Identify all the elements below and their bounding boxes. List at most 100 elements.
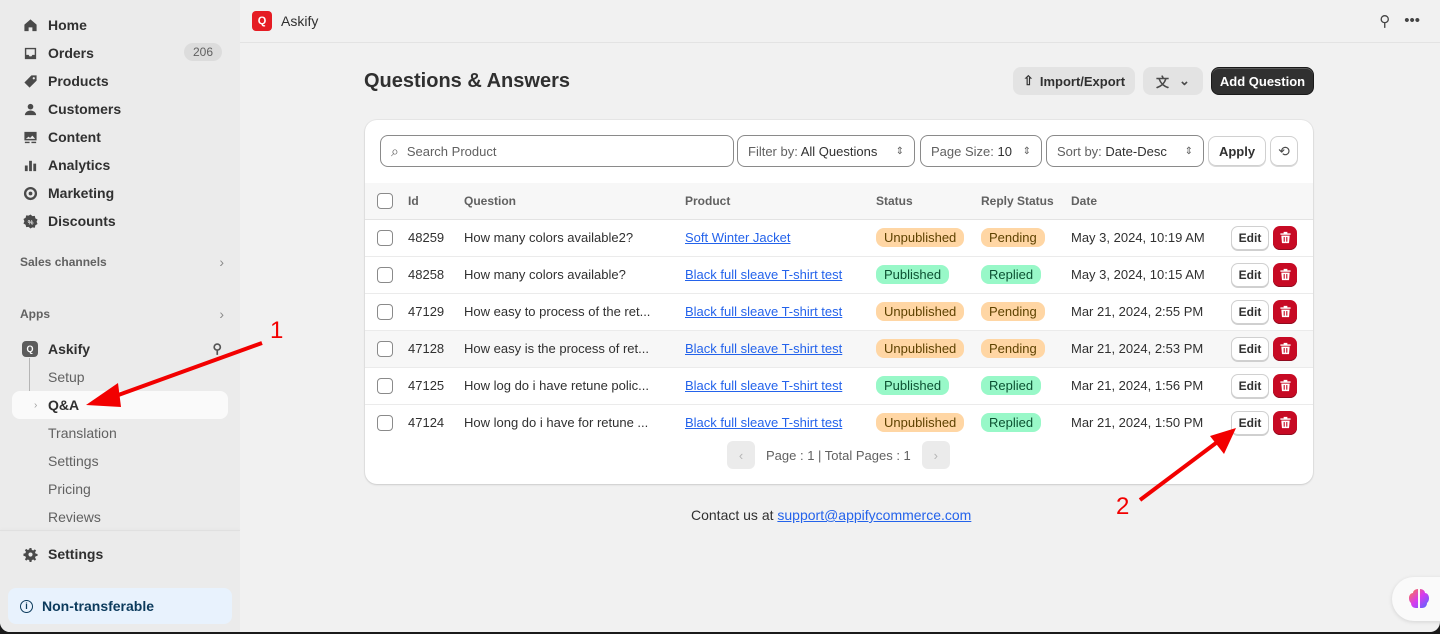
- sidebar-subitem-qa[interactable]: Q&A: [12, 391, 228, 419]
- next-page-button[interactable]: ›: [921, 441, 950, 469]
- delete-button[interactable]: [1273, 299, 1297, 324]
- row-date: Mar 21, 2024, 1:56 PM: [1071, 378, 1204, 393]
- table-row[interactable]: 47125 How log do i have retune polic... Bl…: [365, 367, 1313, 404]
- sidebar-subitem-pricing[interactable]: Pricing: [12, 475, 228, 503]
- sidebar-item-analytics[interactable]: Analytics: [12, 151, 228, 179]
- status-badge: Unpublished: [876, 302, 965, 321]
- pagination: ‹ Page : 1 | Total Pages : 1 ›: [727, 441, 950, 469]
- search-icon: ⌕: [391, 142, 399, 159]
- table-row[interactable]: 48259 How many colors available2? Soft Win…: [365, 219, 1313, 256]
- select-arrows-icon: ⇕: [895, 145, 904, 157]
- table-row[interactable]: 48258 How many colors available? Black ful…: [365, 256, 1313, 293]
- sidebar-item-home[interactable]: Home: [12, 11, 228, 39]
- row-checkbox[interactable]: [377, 303, 393, 320]
- support-email-link[interactable]: support@appifycommerce.com: [777, 507, 971, 523]
- row-product-link[interactable]: Soft Winter Jacket: [685, 230, 790, 245]
- language-selector-button[interactable]: 文 ⌄: [1143, 67, 1203, 95]
- column-header-product[interactable]: Product: [685, 183, 876, 219]
- delete-button[interactable]: [1273, 262, 1297, 287]
- edit-button[interactable]: Edit: [1231, 262, 1269, 287]
- refresh-button[interactable]: ⟲: [1270, 136, 1298, 166]
- page-size-select[interactable]: Page Size: 10 ⇕: [920, 135, 1042, 167]
- row-id: 47124: [408, 415, 445, 431]
- person-icon: [22, 101, 38, 117]
- table-row[interactable]: 47128 How easy is the process of ret... Bl…: [365, 330, 1313, 367]
- row-product-link[interactable]: Black full sleave T-shirt test: [685, 304, 842, 319]
- trash-icon: [1279, 231, 1291, 244]
- edit-button[interactable]: Edit: [1231, 225, 1269, 250]
- pin-icon[interactable]: ⚲: [212, 341, 222, 357]
- delete-button[interactable]: [1273, 373, 1297, 398]
- sort-by-select[interactable]: Sort by: Date-Desc ⇕: [1046, 135, 1204, 167]
- table-row[interactable]: 47129 How easy to process of the ret... Bl…: [365, 293, 1313, 330]
- sidebar-item-orders[interactable]: Orders 206: [12, 39, 228, 67]
- sidebar-subitem-reviews[interactable]: Reviews: [12, 503, 228, 531]
- sidebar-subitem-translation[interactable]: Translation: [12, 419, 228, 447]
- reply-status-badge: Replied: [981, 376, 1042, 395]
- tag-icon: [22, 73, 38, 89]
- row-date: Mar 21, 2024, 2:55 PM: [1071, 304, 1204, 319]
- sidebar-item-customers[interactable]: Customers: [12, 95, 228, 123]
- refresh-icon: ⟲: [1278, 142, 1290, 159]
- delete-button[interactable]: [1273, 225, 1297, 250]
- chevron-right-icon: ›: [933, 447, 938, 463]
- row-question: How many colors available2?: [464, 230, 634, 245]
- select-arrows-icon: ⇕: [1022, 145, 1031, 157]
- sidebar-subitem-setup[interactable]: Setup: [12, 363, 228, 391]
- edit-button[interactable]: Edit: [1231, 410, 1269, 435]
- annotation-label-2: 2: [1116, 493, 1130, 520]
- select-all-checkbox[interactable]: [377, 192, 393, 209]
- status-badge: Unpublished: [876, 413, 965, 433]
- reply-status-badge: Pending: [981, 302, 1045, 321]
- column-header-id[interactable]: Id: [408, 183, 464, 219]
- row-checkbox[interactable]: [377, 229, 393, 246]
- row-product-link[interactable]: Black full sleave T-shirt test: [685, 267, 842, 282]
- previous-page-button[interactable]: ‹: [727, 441, 755, 469]
- apps-section[interactable]: Apps ›: [20, 306, 224, 322]
- column-header-date[interactable]: Date: [1071, 183, 1231, 219]
- ai-assistant-button[interactable]: [1392, 577, 1440, 621]
- app-title: Askify: [281, 13, 319, 29]
- upload-icon: ⇧: [1022, 73, 1034, 88]
- column-header-question[interactable]: Question: [464, 183, 685, 219]
- column-header-status[interactable]: Status: [876, 183, 981, 219]
- apply-button[interactable]: Apply: [1208, 136, 1266, 166]
- filter-by-select[interactable]: Filter by: All Questions ⇕: [737, 135, 915, 167]
- sidebar-divider: [0, 530, 240, 531]
- select-arrows-icon: ⇕: [1184, 145, 1193, 157]
- row-checkbox[interactable]: [377, 377, 393, 394]
- sidebar-item-marketing[interactable]: Marketing: [12, 179, 228, 207]
- search-product-field[interactable]: ⌕: [380, 135, 734, 167]
- search-input[interactable]: [406, 143, 707, 159]
- row-date: May 3, 2024, 10:15 AM: [1071, 267, 1205, 282]
- row-product-link[interactable]: Black full sleave T-shirt test: [685, 341, 842, 356]
- app-window: Home Orders 206 Products Customers Conte…: [0, 0, 1440, 632]
- table-row[interactable]: 47124 How long do i have for retune ... Bl…: [365, 404, 1313, 441]
- pin-icon[interactable]: ⚲: [1379, 12, 1390, 30]
- delete-button[interactable]: [1273, 410, 1297, 435]
- sidebar-item-settings[interactable]: Settings: [12, 540, 228, 568]
- more-options-icon[interactable]: •••: [1404, 12, 1420, 30]
- edit-button[interactable]: Edit: [1231, 299, 1269, 324]
- edit-button[interactable]: Edit: [1231, 336, 1269, 361]
- row-checkbox[interactable]: [377, 415, 393, 432]
- import-export-button[interactable]: ⇧ Import/Export: [1013, 67, 1135, 95]
- sales-channels-section[interactable]: Sales channels ›: [20, 254, 224, 270]
- delete-button[interactable]: [1273, 336, 1297, 361]
- row-product-link[interactable]: Black full sleave T-shirt test: [685, 415, 842, 430]
- add-question-button[interactable]: Add Question: [1211, 67, 1314, 95]
- row-checkbox[interactable]: [377, 340, 393, 357]
- sidebar-subitem-settings[interactable]: Settings: [12, 447, 228, 475]
- edit-button[interactable]: Edit: [1231, 373, 1269, 398]
- trash-icon: [1279, 268, 1291, 281]
- status-badge: Unpublished: [876, 339, 965, 358]
- sidebar-item-products[interactable]: Products: [12, 67, 228, 95]
- row-product-link[interactable]: Black full sleave T-shirt test: [685, 378, 842, 393]
- row-checkbox[interactable]: [377, 266, 393, 283]
- reply-status-badge: Pending: [981, 228, 1045, 247]
- sidebar-item-content[interactable]: Content: [12, 123, 228, 151]
- non-transferable-banner[interactable]: i Non-transferable: [8, 588, 232, 624]
- sidebar-item-discounts[interactable]: % Discounts: [12, 207, 228, 235]
- sidebar-app-askify[interactable]: Q Askify ⚲: [12, 335, 228, 363]
- column-header-reply-status[interactable]: Reply Status: [981, 183, 1071, 219]
